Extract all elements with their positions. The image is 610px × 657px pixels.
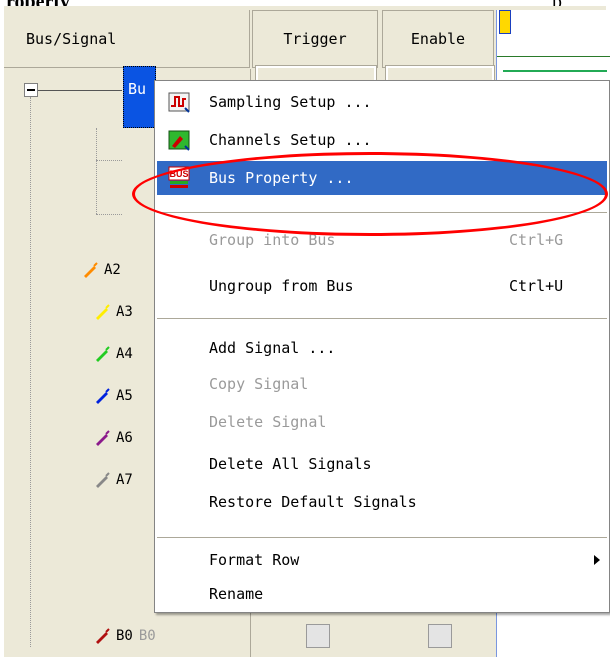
tree-signal-a3[interactable]: A3 (94, 304, 133, 320)
tree-signal-a7[interactable]: A7 (94, 472, 133, 488)
tree-line (96, 160, 122, 161)
probe-icon (96, 628, 110, 644)
probe-icon (84, 262, 98, 278)
menu-item-ungroup-from-bus[interactable]: Ungroup from Bus Ctrl+U (157, 269, 607, 303)
column-header-trigger[interactable]: Trigger (252, 10, 378, 68)
tree-line (38, 90, 122, 91)
bus-node[interactable]: Bu (123, 66, 156, 128)
probe-icon (96, 472, 110, 488)
tree-signal-a4[interactable]: A4 (94, 346, 133, 362)
menu-item-add-signal[interactable]: Add Signal ... (157, 331, 607, 365)
probe-icon (96, 430, 110, 446)
signal-label: A3 (116, 304, 133, 320)
probe-icon (96, 304, 110, 320)
tree-signal-a2[interactable]: A2 (82, 262, 121, 278)
menu-item-format-row[interactable]: Format Row (157, 543, 607, 577)
menu-item-copy-signal[interactable]: Copy Signal (157, 367, 607, 401)
signal-label: B0 (116, 628, 133, 644)
tree-signal-b0[interactable]: B0 B0 (94, 628, 156, 644)
menu-item-delete-all-signals[interactable]: Delete All Signals (157, 447, 607, 481)
trigger-checkbox-b0[interactable] (306, 624, 330, 648)
tree-signal-a5[interactable]: A5 (94, 388, 133, 404)
menu-item-delete-signal[interactable]: Delete Signal (157, 405, 607, 439)
cursor-marker-icon[interactable] (499, 10, 511, 34)
menu-item-sampling-setup[interactable]: Sampling Setup ... (157, 85, 607, 119)
signal-label: A7 (116, 472, 133, 488)
tree-line (30, 97, 31, 647)
tree-line (96, 128, 97, 214)
menu-separator (157, 537, 607, 538)
menu-item-restore-default-signals[interactable]: Restore Default Signals (157, 485, 607, 519)
channels-setup-icon (168, 130, 190, 151)
probe-icon (96, 346, 110, 362)
signal-alias: B0 (138, 628, 156, 644)
column-header-bus-signal[interactable]: Bus/Signal (4, 10, 250, 68)
sampling-setup-icon (168, 92, 190, 113)
probe-icon (96, 388, 110, 404)
signal-label: A4 (116, 346, 133, 362)
collapse-toggle[interactable] (24, 83, 38, 97)
signal-label: A2 (104, 262, 121, 278)
signal-label: A6 (116, 430, 133, 446)
submenu-arrow-icon (594, 555, 600, 565)
menu-item-rename[interactable]: Rename (157, 577, 607, 611)
menu-separator (157, 318, 607, 319)
column-header-enable[interactable]: Enable (382, 10, 494, 68)
signal-label: A5 (116, 388, 133, 404)
highlight-ellipse (132, 152, 608, 236)
tree-line (96, 214, 122, 215)
tree-signal-a6[interactable]: A6 (94, 430, 133, 446)
enable-checkbox-b0[interactable] (428, 624, 452, 648)
time-ruler (497, 50, 610, 57)
